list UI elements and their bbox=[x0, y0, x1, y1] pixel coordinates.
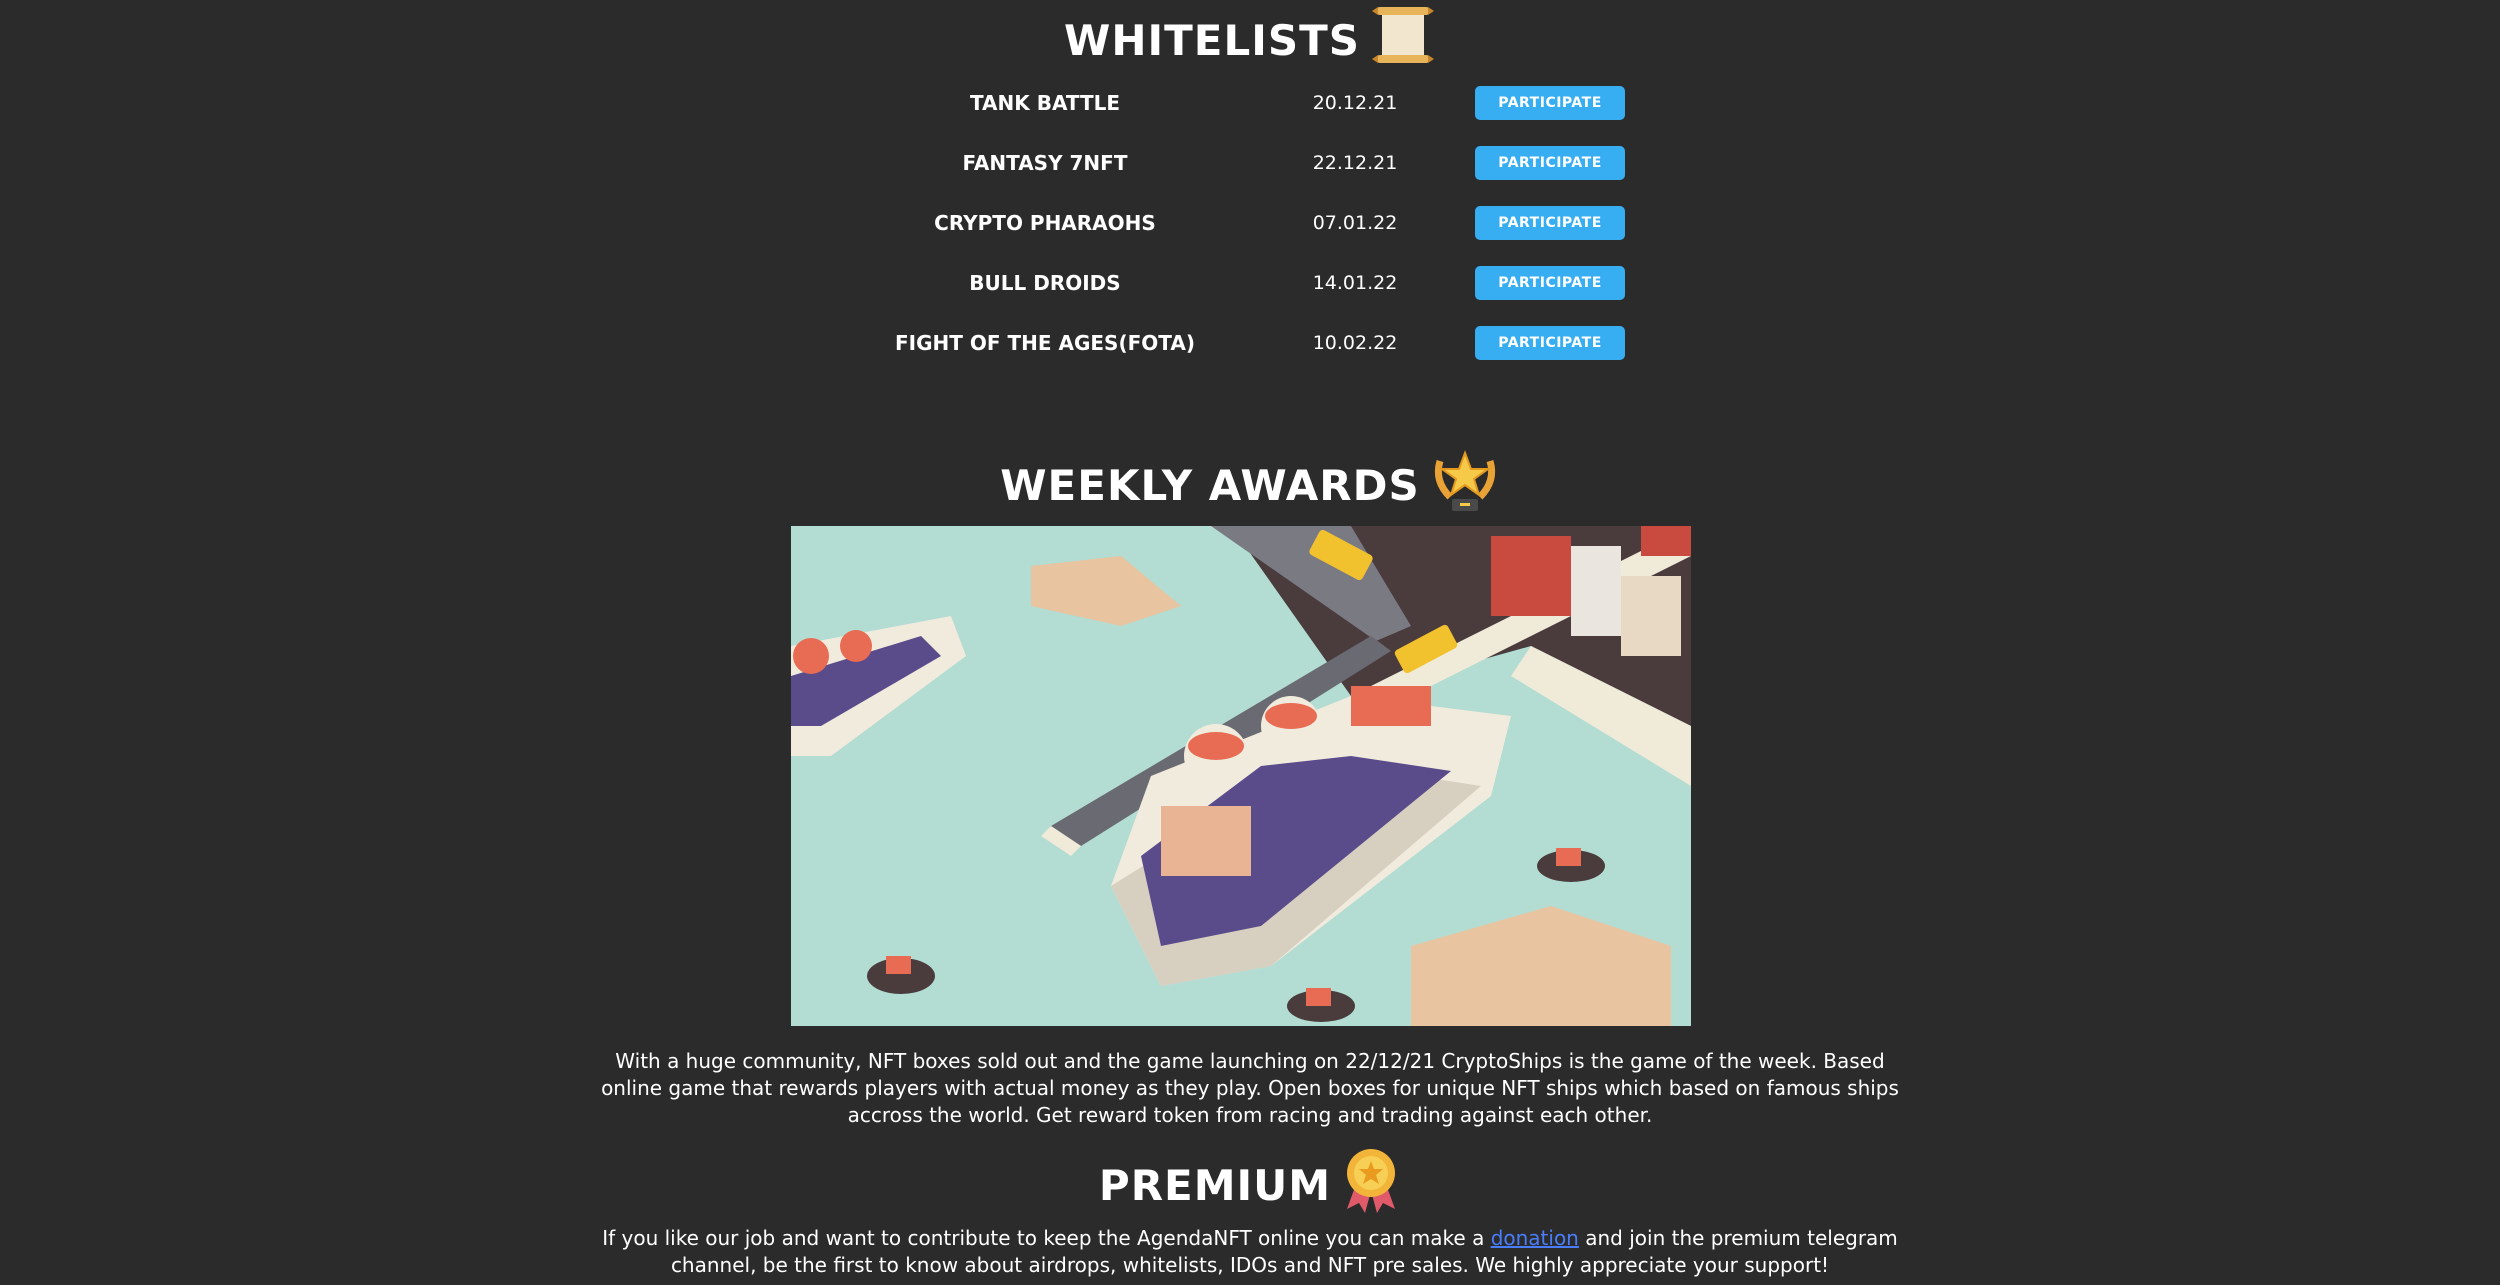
whitelist-row: FANTASY 7NFT 22.12.21 PARTICIPATE bbox=[0, 143, 2500, 183]
weekly-awards-heading: WEEKLY AWARDS bbox=[0, 450, 2500, 520]
premium-text-before: If you like our job and want to contribu… bbox=[602, 1226, 1491, 1250]
medal-icon bbox=[1341, 1147, 1401, 1223]
whitelists-title: WHITELISTS bbox=[1064, 15, 1360, 65]
whitelist-date: 22.12.21 bbox=[1312, 152, 1398, 174]
whitelist-row: TANK BATTLE 20.12.21 PARTICIPATE bbox=[0, 83, 2500, 123]
whitelist-row: CRYPTO PHARAOHS 07.01.22 PARTICIPATE bbox=[0, 203, 2500, 243]
weekly-awards-description: With a huge community, NFT boxes sold ou… bbox=[601, 1049, 1899, 1127]
whitelist-name: FANTASY 7NFT bbox=[962, 151, 1128, 175]
whitelist-row: FIGHT OF THE AGES(FOTA) 10.02.22 PARTICI… bbox=[0, 323, 2500, 363]
whitelist-date: 10.02.22 bbox=[1312, 332, 1398, 354]
donation-link[interactable]: donation bbox=[1491, 1226, 1579, 1250]
participate-button[interactable]: PARTICIPATE bbox=[1475, 146, 1625, 180]
laurel-star-trophy-icon bbox=[1430, 447, 1500, 523]
whitelist-name: CRYPTO PHARAOHS bbox=[934, 211, 1156, 235]
whitelist-date: 14.01.22 bbox=[1312, 272, 1398, 294]
participate-button[interactable]: PARTICIPATE bbox=[1475, 266, 1625, 300]
whitelist-name: TANK BATTLE bbox=[969, 91, 1121, 115]
whitelist-name: BULL DROIDS bbox=[969, 271, 1121, 295]
whitelists-heading: WHITELISTS bbox=[0, 7, 2500, 72]
cruise-ship-harbor-image bbox=[791, 526, 1691, 1026]
participate-button[interactable]: PARTICIPATE bbox=[1475, 206, 1625, 240]
premium-title: PREMIUM bbox=[1098, 1160, 1332, 1210]
whitelist-name: FIGHT OF THE AGES(FOTA) bbox=[895, 331, 1195, 355]
participate-button[interactable]: PARTICIPATE bbox=[1475, 326, 1625, 360]
whitelist-date: 07.01.22 bbox=[1312, 212, 1398, 234]
whitelist-row: BULL DROIDS 14.01.22 PARTICIPATE bbox=[0, 263, 2500, 303]
weekly-awards-title: WEEKLY AWARDS bbox=[1000, 460, 1420, 510]
premium-description: If you like our job and want to contribu… bbox=[600, 1225, 1900, 1279]
premium-heading: PREMIUM bbox=[0, 1147, 2500, 1223]
participate-button[interactable]: PARTICIPATE bbox=[1475, 86, 1625, 120]
scroll-icon bbox=[1370, 3, 1436, 77]
whitelist-date: 20.12.21 bbox=[1312, 92, 1398, 114]
